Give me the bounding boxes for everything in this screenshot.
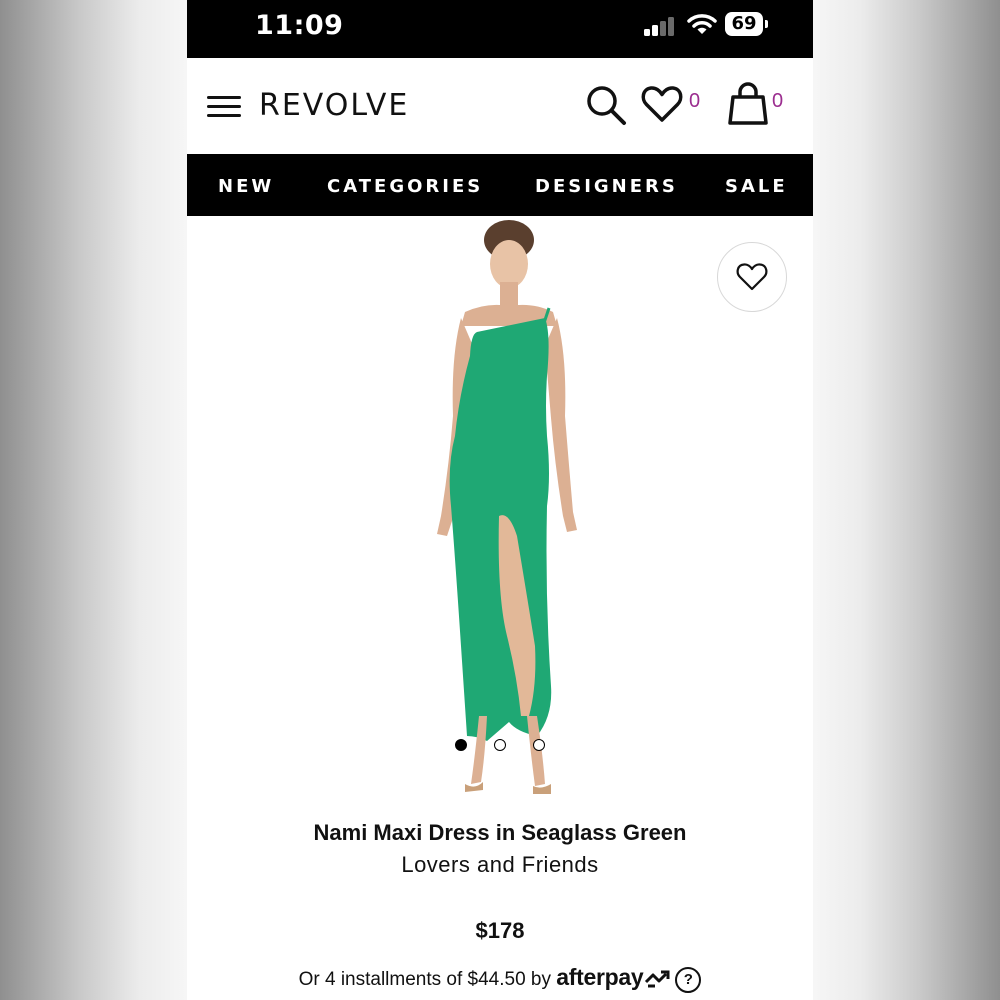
- battery-level: 69: [731, 13, 757, 34]
- wishlist-count-badge: 0: [689, 90, 701, 112]
- status-bar: 11:09 69: [187, 0, 813, 58]
- product-title: Nami Maxi Dress in Seaglass Green: [313, 820, 687, 845]
- search-icon[interactable]: [585, 84, 627, 126]
- afterpay-installments: Or 4 installments of $44.50 by afterpay …: [187, 964, 813, 993]
- cellular-signal-icon: [644, 16, 678, 36]
- nav-item-categories[interactable]: CATEGORIES: [327, 176, 483, 197]
- add-to-wishlist-button[interactable]: [717, 242, 787, 312]
- heart-outline-icon: [736, 263, 768, 291]
- nav-item-new[interactable]: NEW: [218, 176, 274, 197]
- revolve-logo[interactable]: REVOLVE: [259, 88, 409, 123]
- product-brand[interactable]: Lovers and Friends: [187, 852, 813, 878]
- installments-text: Or 4 installments of $44.50 by: [298, 969, 552, 990]
- nav-item-designers[interactable]: DESIGNERS: [535, 176, 678, 197]
- afterpay-info-icon[interactable]: ?: [675, 967, 702, 993]
- carousel-dot-2[interactable]: [494, 739, 506, 751]
- shopping-bag-icon[interactable]: [727, 82, 769, 126]
- battery-icon: 69: [725, 12, 768, 36]
- carousel-dot-1[interactable]: [455, 739, 467, 751]
- site-header: REVOLVE 0 0: [187, 58, 813, 154]
- nav-item-sale[interactable]: SALE: [725, 176, 788, 197]
- afterpay-logo: afterpay: [556, 964, 644, 990]
- status-time: 11:09: [255, 10, 344, 41]
- carousel-dot-3[interactable]: [533, 739, 545, 751]
- afterpay-arrows-icon: [645, 970, 670, 988]
- product-price: $178: [475, 918, 525, 943]
- product-photo: [437, 220, 577, 794]
- wifi-icon: [687, 14, 717, 34]
- bag-count-badge: 0: [772, 90, 784, 112]
- hamburger-menu-icon[interactable]: [207, 96, 241, 118]
- phone-screen: 11:09 69 REVOLVE 0 0 NEW CATEGORIES DESI…: [187, 0, 813, 1000]
- wishlist-heart-icon[interactable]: [641, 85, 683, 123]
- category-nav: NEW CATEGORIES DESIGNERS SALE: [187, 154, 813, 216]
- product-image-carousel[interactable]: [187, 216, 813, 808]
